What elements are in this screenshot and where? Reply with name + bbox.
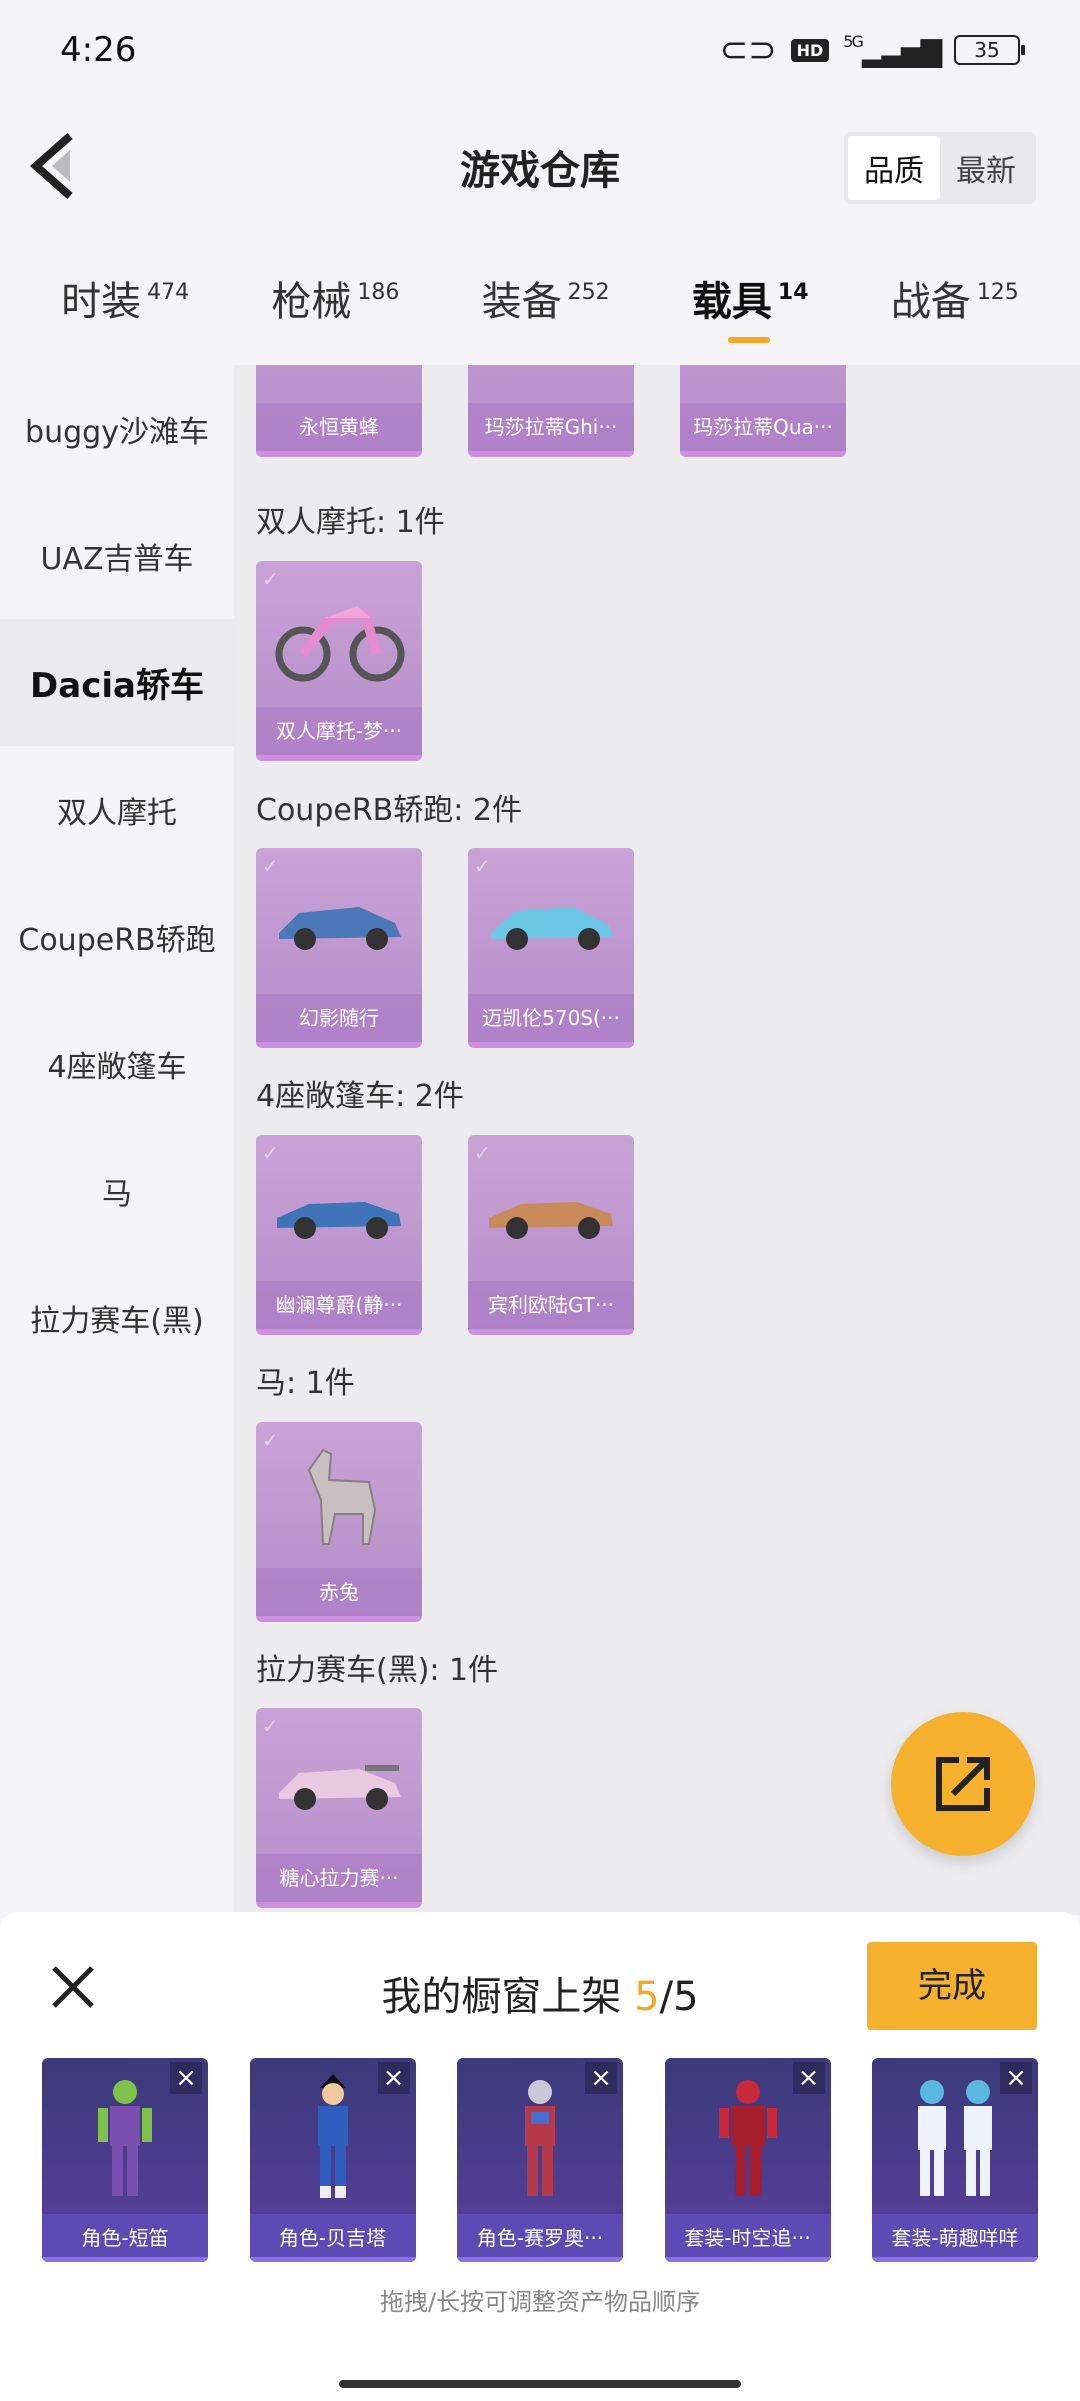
remove-icon[interactable]: × — [792, 2062, 825, 2094]
tab-count: 252 — [567, 279, 610, 305]
sort-toggle: 品质 最新 — [844, 132, 1036, 204]
status-time: 4:26 — [60, 30, 137, 70]
tab-label: 载具 — [691, 278, 772, 325]
sort-quality-button[interactable]: 品质 — [848, 136, 940, 200]
tab-count: 125 — [976, 279, 1019, 305]
showcase-total-count: /5 — [659, 1974, 699, 2020]
share-button[interactable] — [891, 1712, 1035, 1856]
sidebar-item-buggy[interactable]: buggy沙滩车 — [0, 365, 234, 492]
tab-equipment[interactable]: 装备 252 — [482, 269, 610, 327]
item-card[interactable]: 玛莎拉蒂Ghi··· — [468, 365, 634, 457]
sidebar-item-uaz[interactable]: UAZ吉普车 — [0, 492, 234, 619]
car-thumbnail — [478, 866, 624, 976]
car-thumbnail — [266, 1726, 412, 1836]
horse-thumbnail — [266, 1440, 412, 1550]
remove-icon[interactable]: × — [377, 2062, 410, 2094]
slot-name: 套装-时空追··· — [664, 2214, 831, 2262]
item-name: 玛莎拉蒂Ghi··· — [468, 403, 634, 451]
status-bar: 4:26 ⊂⊃ HD 5G▂▃▅▇ 35 — [0, 0, 1080, 100]
item-name: 迈凯伦570S(··· — [468, 994, 634, 1042]
signal-icon: 5G▂▃▅▇ — [843, 32, 942, 68]
item-card[interactable]: 玛莎拉蒂Qua··· — [680, 365, 846, 457]
sidebar-item-horse[interactable]: 马 — [0, 1127, 234, 1254]
reorder-hint: 拖拽/长按可调整资产物品顺序 — [379, 2288, 701, 2316]
group-label: 拉力赛车(黑): 1件 — [256, 1653, 499, 1688]
group-label: CoupeRB轿跑: 2件 — [256, 793, 522, 828]
slot-name: 角色-短笛 — [42, 2214, 208, 2262]
showcase-panel: 我的橱窗上架 5/5 完成 × 角色-短笛 × 角色-贝吉塔 × 角色-赛罗奥·… — [0, 1912, 1080, 2401]
item-card[interactable]: ✓ 糖心拉力赛··· — [256, 1708, 422, 1908]
item-name: 幽澜尊爵(静··· — [256, 1281, 422, 1329]
sidebar-item-convertible[interactable]: 4座敞篷车 — [0, 1000, 234, 1127]
showcase-used-count: 5 — [634, 1974, 660, 2020]
slot-name: 角色-贝吉塔 — [249, 2214, 416, 2262]
sort-newest-button[interactable]: 最新 — [940, 136, 1032, 200]
network-label: 5G — [843, 32, 864, 51]
showcase-title-text: 我的橱窗上架 — [381, 1974, 635, 2020]
car-thumbnail — [266, 866, 412, 976]
showcase-slots: × 角色-短笛 × 角色-贝吉塔 × 角色-赛罗奥··· × 套装-时空追··· — [42, 2058, 1038, 2262]
done-button[interactable]: 完成 — [867, 1942, 1037, 2030]
slot-name: 套装-萌趣咩咩 — [872, 2214, 1038, 2262]
tab-vehicles[interactable]: 载具 14 — [691, 269, 809, 343]
share-external-icon — [936, 1757, 990, 1811]
tab-label: 时装 — [61, 278, 142, 325]
tab-label: 装备 — [481, 278, 562, 325]
item-name: 糖心拉力赛··· — [256, 1854, 422, 1902]
remove-icon[interactable]: × — [1000, 2062, 1032, 2094]
tab-count: 474 — [147, 279, 190, 305]
item-card[interactable]: ✓ 幽澜尊爵(静··· — [256, 1135, 422, 1335]
group-label: 4座敞篷车: 2件 — [256, 1079, 464, 1114]
sidebar-item-motorcycle[interactable]: 双人摩托 — [0, 746, 234, 873]
remove-icon[interactable]: × — [585, 2062, 617, 2094]
category-tabs: 时装 474 枪械 186 装备 252 载具 14 战备 125 — [0, 230, 1080, 365]
showcase-slot[interactable]: × 套装-时空追··· — [664, 2058, 831, 2262]
showcase-slot[interactable]: × 角色-贝吉塔 — [249, 2058, 416, 2262]
slot-name: 角色-赛罗奥··· — [457, 2214, 623, 2262]
link-icon: ⊂⊃ — [719, 30, 777, 70]
car-thumbnail — [266, 1153, 412, 1263]
tab-count: 186 — [357, 279, 400, 305]
item-card[interactable]: ✓ 幻影随行 — [256, 848, 422, 1048]
tab-fashion[interactable]: 时装 474 — [61, 269, 189, 327]
tab-label: 战备 — [890, 278, 971, 325]
sidebar-item-couperb[interactable]: CoupeRB轿跑 — [0, 873, 234, 1000]
group-label: 双人摩托: 1件 — [256, 505, 445, 540]
home-indicator[interactable] — [339, 2380, 741, 2388]
car-thumbnail — [478, 1153, 624, 1263]
tab-guns[interactable]: 枪械 186 — [271, 269, 399, 327]
item-name: 双人摩托-梦··· — [256, 707, 422, 755]
item-name: 玛莎拉蒂Qua··· — [680, 403, 846, 451]
item-name: 宾利欧陆GT··· — [468, 1281, 634, 1329]
sidebar-item-dacia[interactable]: Dacia轿车 — [0, 619, 234, 746]
item-card[interactable]: 永恒黄蜂 — [256, 365, 422, 457]
status-icons: ⊂⊃ HD 5G▂▃▅▇ 35 — [719, 30, 1025, 70]
hd-badge: HD — [790, 38, 830, 62]
tab-count: 14 — [777, 279, 809, 305]
tab-label: 枪械 — [271, 278, 352, 325]
sidebar-item-rally-car[interactable]: 拉力赛车(黑) — [0, 1254, 234, 1381]
item-name: 幻影随行 — [256, 994, 422, 1042]
item-card[interactable]: ✓ 双人摩托-梦··· — [256, 561, 422, 761]
item-name: 永恒黄蜂 — [256, 403, 422, 451]
group-label: 马: 1件 — [256, 1366, 355, 1401]
item-card[interactable]: ✓ 宾利欧陆GT··· — [468, 1135, 634, 1335]
showcase-slot[interactable]: × 套装-萌趣咩咩 — [872, 2058, 1038, 2262]
item-card[interactable]: ✓ 迈凯伦570S(··· — [468, 848, 634, 1048]
header: 游戏仓库 品质 最新 — [0, 100, 1080, 230]
showcase-slot[interactable]: × 角色-赛罗奥··· — [457, 2058, 623, 2262]
tab-combat-gear[interactable]: 战备 125 — [891, 269, 1019, 327]
vehicle-list: 永恒黄蜂 玛莎拉蒂Ghi··· 玛莎拉蒂Qua··· 双人摩托: 1件 ✓ 双人… — [234, 365, 1080, 1915]
battery-icon: 35 — [954, 35, 1025, 65]
motorcycle-thumbnail — [266, 579, 412, 689]
item-card[interactable]: ✓ 赤兔 — [256, 1422, 422, 1622]
vehicle-type-sidebar: buggy沙滩车 UAZ吉普车 Dacia轿车 双人摩托 CoupeRB轿跑 4… — [0, 365, 234, 1915]
item-name: 赤兔 — [256, 1568, 422, 1616]
showcase-slot[interactable]: × 角色-短笛 — [42, 2058, 208, 2262]
remove-icon[interactable]: × — [170, 2062, 202, 2094]
